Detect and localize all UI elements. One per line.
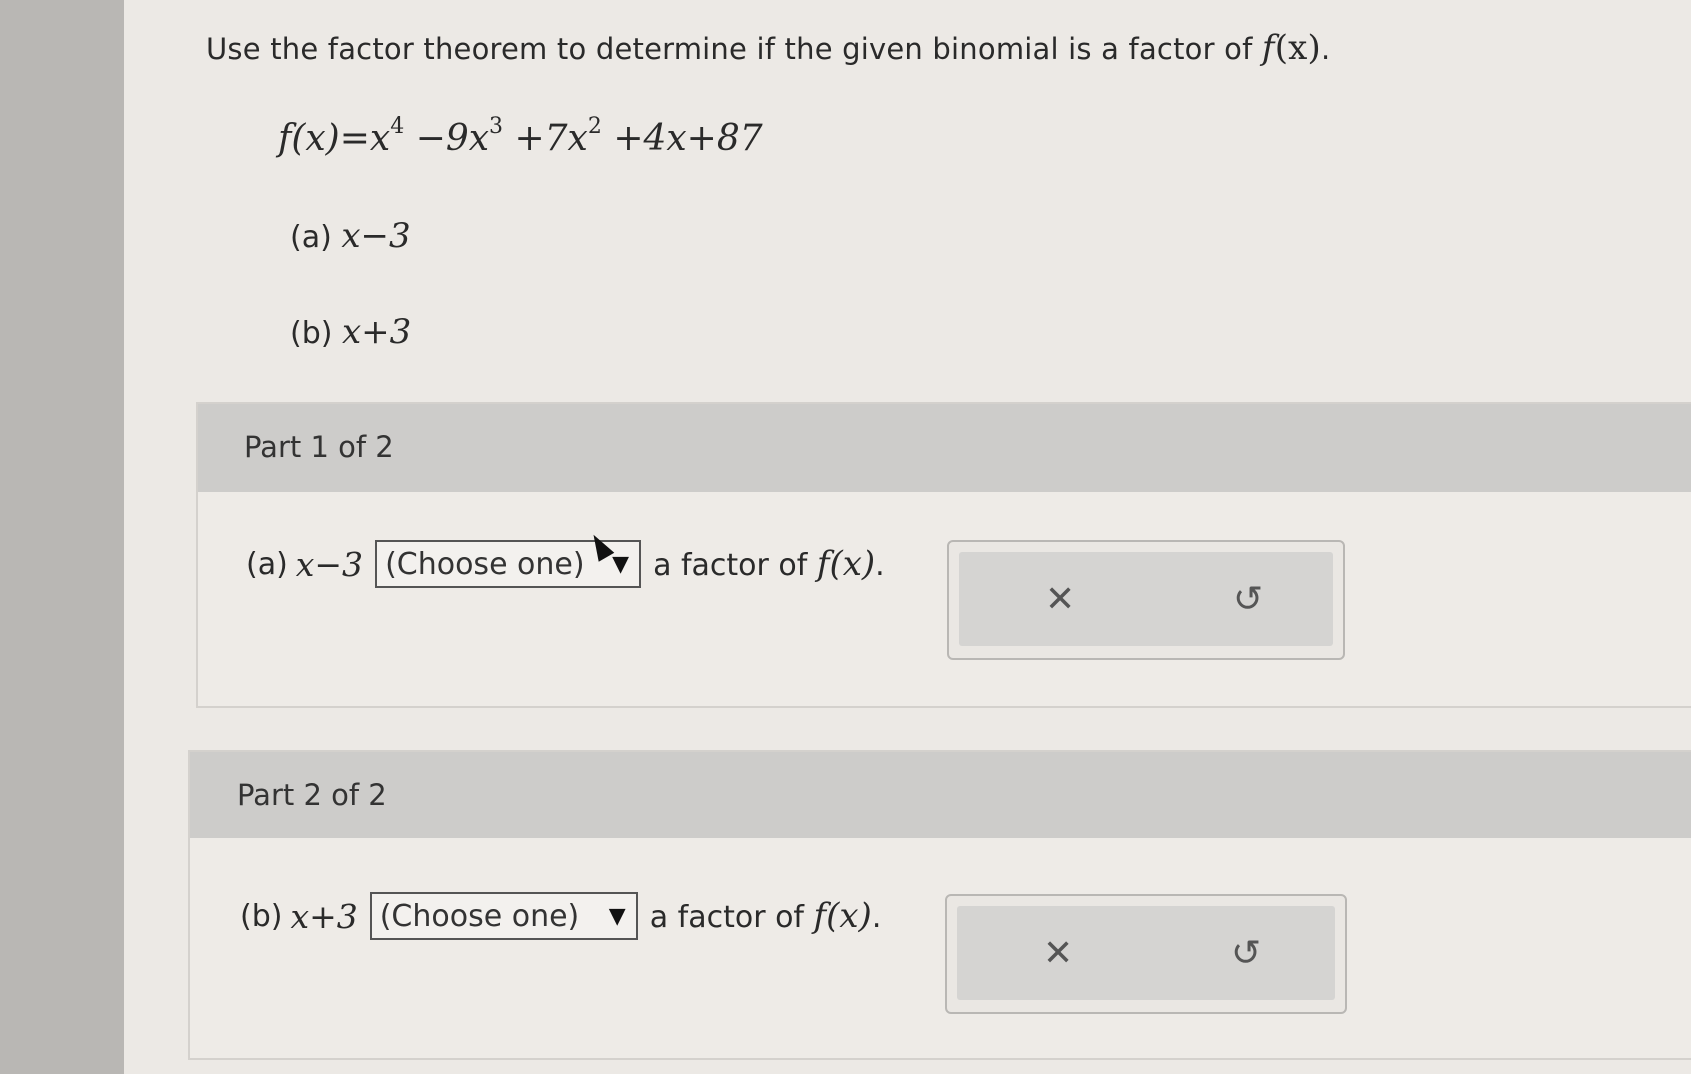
- question-text: Use the factor theorem to determine if t…: [206, 28, 1330, 68]
- part-1-expr: x−3: [295, 544, 364, 584]
- part-2-expr: x+3: [290, 896, 358, 936]
- chevron-down-icon: ▼: [612, 551, 630, 577]
- part-1-suffix: a factor of f(x).: [653, 544, 885, 584]
- part-2-select[interactable]: (Choose one) ▼: [369, 892, 638, 940]
- question-function: f(x): [1261, 28, 1322, 68]
- part-2-select-value: (Choose one): [379, 898, 580, 934]
- part-1-header: Part 1 of 2: [198, 404, 1691, 492]
- undo-icon[interactable]: ↺: [1227, 580, 1269, 618]
- close-icon[interactable]: ✕: [1039, 580, 1081, 618]
- part-1-row: (a) x−3 (Choose one) ▼ a factor of f(x).: [246, 540, 885, 588]
- part-2-answer-box: ✕ ↺: [945, 894, 1347, 1014]
- part-1-answer-box: ✕ ↺: [947, 540, 1345, 660]
- close-icon[interactable]: ✕: [1037, 934, 1079, 972]
- part-2-row: (b) x+3 (Choose one) ▼ a factor of f(x).: [240, 892, 881, 940]
- part-2-suffix: a factor of f(x).: [649, 896, 882, 936]
- undo-icon[interactable]: ↺: [1225, 934, 1267, 972]
- choice-a: (a) x−3: [290, 216, 411, 256]
- question-period: .: [1321, 32, 1331, 66]
- part-2-title: Part 2 of 2: [237, 778, 387, 812]
- part-1-select-value: (Choose one): [385, 546, 585, 582]
- part-2-header: Part 2 of 2: [190, 752, 1691, 838]
- question-prompt: Use the factor theorem to determine if t…: [206, 32, 1253, 66]
- part-2-label: (b): [240, 898, 283, 934]
- part-1-title: Part 1 of 2: [244, 430, 394, 464]
- choice-b: (b) x+3: [290, 312, 412, 352]
- part-1-label: (a): [246, 546, 288, 582]
- left-margin: [0, 0, 124, 1074]
- chevron-down-icon: ▼: [608, 903, 626, 929]
- function-equation: f(x)=x4 −9x3 +7x2 +4x+87: [278, 114, 763, 159]
